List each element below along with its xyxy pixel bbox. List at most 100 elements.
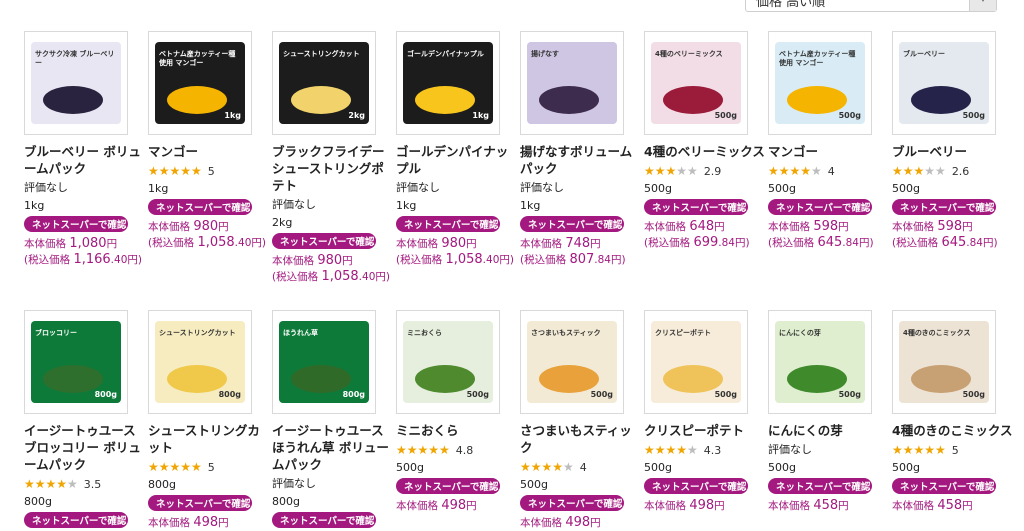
product-name[interactable]: 揚げなすボリュームパック [520, 143, 644, 177]
product-name[interactable]: ブルーベリー ボリュームパック [24, 143, 148, 177]
price-value: 458 [813, 498, 839, 513]
product-image[interactable]: クリスピーポテト 500g [644, 310, 748, 414]
net-super-button[interactable]: ネットスーパーで確認 [272, 512, 376, 528]
product-image[interactable]: ミニおくら 500g [396, 310, 500, 414]
product-size: 800g [272, 495, 300, 508]
net-super-button[interactable]: ネットスーパーで確認 [272, 233, 376, 249]
product-size: 800g [148, 478, 176, 491]
product-name[interactable]: イージートゥユースブロッコリー ボリュームパック [24, 422, 148, 473]
no-rating-label: 評価なし [272, 477, 316, 490]
package-title: ほうれん草 [283, 329, 318, 337]
product-image[interactable]: シューストリングカット 2kg [272, 31, 376, 135]
product-image[interactable]: 揚げなす [520, 31, 624, 135]
net-super-button[interactable]: ネットスーパーで確認 [520, 216, 624, 232]
package-weight: 500g [838, 111, 861, 120]
tax-prefix: (税込価格 [768, 237, 815, 249]
product-card[interactable]: ゴールデンパイナップル 1kg ゴールデンパイナップル 評価なし 1kg ネットスーパーで… [396, 31, 514, 268]
price-prefix: 本体価格 [520, 517, 562, 529]
product-name[interactable]: にんにくの芽 [768, 422, 892, 439]
net-super-button[interactable]: ネットスーパーで確認 [768, 478, 872, 494]
base-price: 本体価格 598円 [768, 219, 876, 235]
product-name[interactable]: ミニおくら [396, 422, 520, 439]
product-name[interactable]: マンゴー [768, 143, 892, 160]
product-card[interactable]: ほうれん草 800g イージートゥユースほうれん草 ボリュームパック 評価なし 800g… [272, 310, 389, 528]
yen-label: 円 [106, 238, 118, 250]
product-image[interactable]: ブロッコリー 800g [24, 310, 128, 414]
base-price: 本体価格 980円 [148, 219, 256, 235]
net-super-button[interactable]: ネットスーパーで確認 [644, 478, 748, 494]
net-super-button[interactable]: ネットスーパーで確認 [892, 199, 996, 215]
product-name[interactable]: クリスピーポテト [644, 422, 768, 439]
price-prefix: 本体価格 [272, 255, 314, 267]
price-prefix: 本体価格 [396, 238, 438, 250]
product-card[interactable]: クリスピーポテト 500g クリスピーポテト ★★★★★ 4.3 500g ネットスーパーで… [644, 310, 752, 514]
product-image[interactable]: ゴールデンパイナップル 1kg [396, 31, 500, 135]
product-package: クリスピーポテト 500g [651, 321, 741, 403]
product-name[interactable]: ブラックフライデーシューストリングポテト [272, 143, 396, 194]
net-super-button[interactable]: ネットスーパーで確認 [520, 495, 624, 511]
product-image[interactable]: ほうれん草 800g [272, 310, 376, 414]
net-super-button[interactable]: ネットスーパーで確認 [148, 199, 252, 215]
package-title: クリスピーポテト [655, 329, 711, 337]
product-image[interactable]: 4種のベリーミックス 500g [644, 31, 748, 135]
product-card[interactable]: にんにくの芽 500g にんにくの芽 評価なし 500g ネットスーパーで確認 本体価格 4… [768, 310, 876, 514]
product-image[interactable]: 4種のきのこミックス 500g [892, 310, 996, 414]
rating-value: 5 [207, 461, 215, 474]
net-super-button[interactable]: ネットスーパーで確認 [644, 199, 748, 215]
package-weight: 500g [714, 390, 737, 399]
product-card[interactable]: さつまいもスティック 500g さつまいもスティック ★★★★★ 4 500g ネットスーパ… [520, 310, 632, 531]
product-name[interactable]: さつまいもスティック [520, 422, 644, 456]
net-super-button[interactable]: ネットスーパーで確認 [396, 216, 500, 232]
product-rating: ★★★★★ 4.3 [644, 443, 752, 457]
product-card[interactable]: 揚げなす 揚げなすボリュームパック 評価なし 1kg ネットスーパーで確認 本体価格 74… [520, 31, 632, 268]
product-image[interactable]: サクサク冷凍 ブルーベリー [24, 31, 128, 135]
package-title: ブロッコリー [35, 329, 77, 337]
yen-label: 円 [734, 237, 746, 249]
product-image[interactable]: シューストリングカット 800g [148, 310, 252, 414]
price-prefix: 本体価格 [24, 238, 66, 250]
product-image[interactable]: ブルーベリー 500g [892, 31, 996, 135]
price-value: 498 [565, 515, 591, 530]
net-super-button[interactable]: ネットスーパーで確認 [24, 216, 128, 232]
no-rating-label: 評価なし [396, 181, 440, 194]
product-card[interactable]: シューストリングカット 2kg ブラックフライデーシューストリングポテト 評価なし 2k… [272, 31, 390, 285]
no-rating-label: 評価なし [24, 181, 68, 194]
product-name[interactable]: イージートゥユースほうれん草 ボリュームパック [272, 422, 396, 473]
product-card[interactable]: ブルーベリー 500g ブルーベリー ★★★★★ 2.6 500g ネットスーパーで確認 本体… [892, 31, 1000, 251]
package-title: 4種のベリーミックス [655, 50, 723, 58]
price-prefix: 本体価格 [396, 500, 438, 512]
net-super-button[interactable]: ネットスーパーで確認 [768, 199, 872, 215]
product-image[interactable]: ベトナム産カッティー種使用 マンゴー 1kg [148, 31, 252, 135]
product-image[interactable]: ベトナム産カッティー種使用 マンゴー 500g [768, 31, 872, 135]
product-card[interactable]: ブロッコリー 800g イージートゥユースブロッコリー ボリュームパック ★★★★★ 3… [24, 310, 141, 528]
yen-label: 円 [342, 255, 353, 267]
product-card[interactable]: ベトナム産カッティー種使用 マンゴー 500g マンゴー ★★★★★ 4 500g ネットス… [768, 31, 876, 251]
product-package: 4種のきのこミックス 500g [899, 321, 989, 403]
net-super-button[interactable]: ネットスーパーで確認 [892, 478, 996, 494]
product-image[interactable]: さつまいもスティック 500g [520, 310, 624, 414]
product-card[interactable]: 4種のきのこミックス 500g 4種のきのこミックス ★★★★★ 5 500g ネットスーパ… [892, 310, 1012, 514]
yen-label: 円 [218, 221, 229, 233]
product-card[interactable]: 4種のベリーミックス 500g 4種のベリーミックス ★★★★★ 2.9 500g ネットス… [644, 31, 765, 251]
product-name[interactable]: シューストリングカット [148, 422, 272, 456]
net-super-button[interactable]: ネットスーパーで確認 [396, 478, 500, 494]
tax-price-decimal: .40 [234, 237, 252, 249]
net-super-button[interactable]: ネットスーパーで確認 [24, 512, 128, 528]
product-size: 1kg [148, 182, 169, 195]
no-rating-label: 評価なし [272, 198, 316, 211]
product-card[interactable]: ミニおくら 500g ミニおくら ★★★★★ 4.8 500g ネットスーパーで確認 本体価格… [396, 310, 504, 514]
product-name[interactable]: マンゴー [148, 143, 272, 160]
product-name[interactable]: 4種のきのこミックス [892, 422, 1016, 439]
product-card[interactable]: シューストリングカット 800g シューストリングカット ★★★★★ 5 800g ネットス… [148, 310, 260, 531]
tax-included-price: (税込価格 1,166.40円) [24, 252, 142, 267]
package-food-image [167, 86, 227, 114]
product-package: ミニおくら 500g [403, 321, 493, 403]
product-image[interactable]: にんにくの芽 500g [768, 310, 872, 414]
product-card[interactable]: サクサク冷凍 ブルーベリー ブルーベリー ボリュームパック 評価なし 1kg ネットスー… [24, 31, 142, 268]
net-super-button[interactable]: ネットスーパーで確認 [148, 495, 252, 511]
product-name[interactable]: ゴールデンパイナップル [396, 143, 520, 177]
product-card[interactable]: ベトナム産カッティー種使用 マンゴー 1kg マンゴー ★★★★★ 5 1kg ネットスーパ… [148, 31, 266, 251]
product-name[interactable]: ブルーベリー [892, 143, 1016, 160]
tax-included-price: (税込価格 645.84円) [892, 235, 998, 250]
product-name[interactable]: 4種のベリーミックス [644, 143, 768, 160]
